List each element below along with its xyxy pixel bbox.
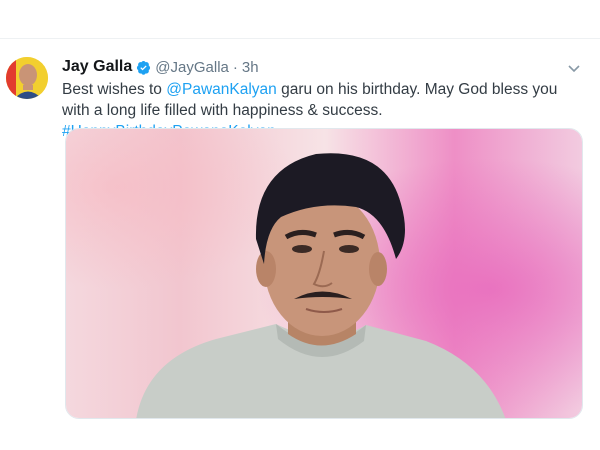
separator: · xyxy=(232,58,238,76)
verified-badge-icon xyxy=(137,60,151,75)
timestamp[interactable]: 3h xyxy=(242,59,259,76)
avatar[interactable] xyxy=(6,57,48,99)
tweet-card[interactable]: Jay Galla @JayGalla · 3h Best wishes to … xyxy=(0,0,600,450)
photo-image xyxy=(66,129,582,418)
text-part-1: Best wishes to xyxy=(62,81,167,98)
author-name[interactable]: Jay Galla xyxy=(62,58,132,76)
tweet-photo[interactable] xyxy=(65,128,583,419)
tweet-header: Jay Galla @JayGalla · 3h xyxy=(62,57,259,77)
author-handle[interactable]: @JayGalla xyxy=(155,59,229,76)
chevron-down-icon[interactable] xyxy=(566,60,582,76)
divider xyxy=(0,38,600,39)
avatar-image xyxy=(6,57,48,99)
mention-link[interactable]: @PawanKalyan xyxy=(166,81,277,98)
